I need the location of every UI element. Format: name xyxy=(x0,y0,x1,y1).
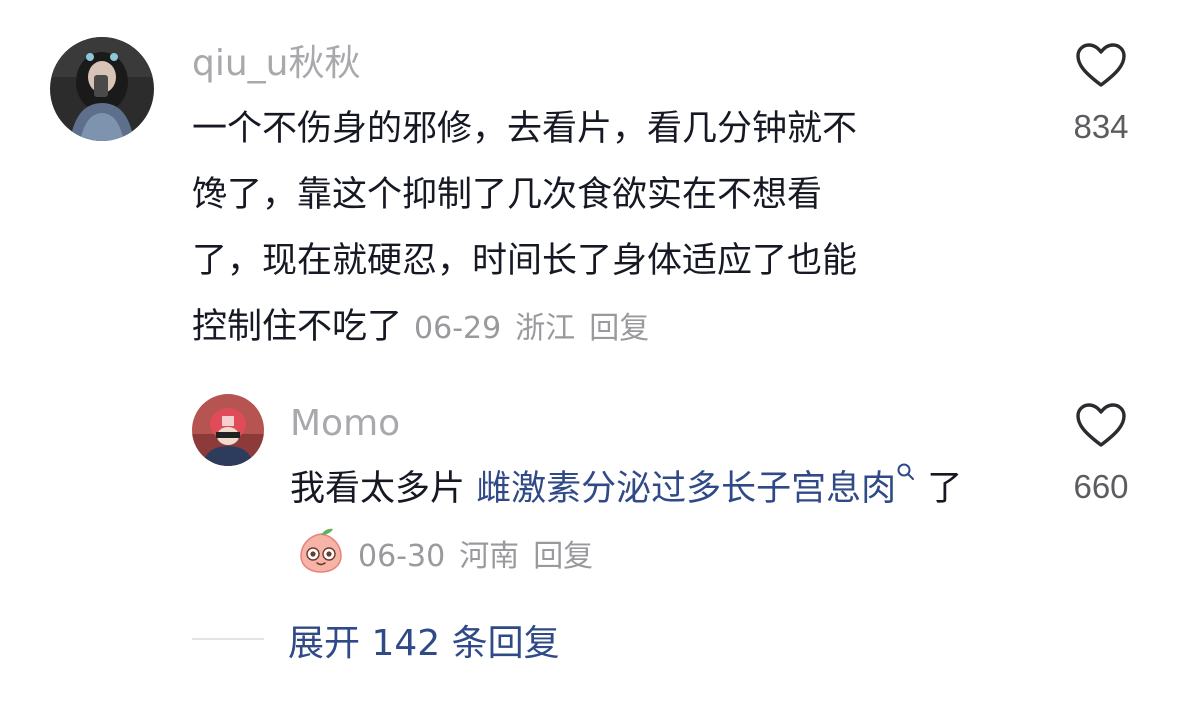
divider xyxy=(192,638,264,640)
avatar-image xyxy=(192,394,264,466)
comment-date: 06-29 xyxy=(414,311,502,346)
comment-body[interactable]: 一个不伤身的邪修，去看片，看几分钟就不 馋了，靠这个抑制了几次食欲实在不想看 了… xyxy=(192,96,1012,362)
reply-like-count: 660 xyxy=(1073,468,1129,505)
reply-search-link[interactable]: 雌激素分泌过多长子宫息肉 xyxy=(476,469,896,509)
reply-username[interactable]: Momo xyxy=(290,402,400,446)
expand-replies-button[interactable]: 展开 142 条回复 xyxy=(288,614,560,666)
comment-username[interactable]: qiu_u秋秋 xyxy=(192,42,361,86)
reply-date: 06-30 xyxy=(358,539,446,574)
comment-meta: 06-29 浙江 回复 xyxy=(414,311,663,346)
comment-line: 控制住不吃了 xyxy=(192,307,403,347)
reply-text-suffix: 了 xyxy=(916,469,963,509)
comment-line: 一个不伤身的邪修，去看片，看几分钟就不 xyxy=(192,109,858,149)
avatar-momo[interactable] xyxy=(192,394,264,466)
reply-meta: 06-30 河南 回复 xyxy=(358,539,607,574)
comment-reply-button[interactable]: 回复 xyxy=(589,311,649,346)
comment-like: 834 xyxy=(1056,42,1146,146)
comment-line: 馋了，靠这个抑制了几次食欲实在不想看 xyxy=(192,175,823,215)
comment-like-count: 834 xyxy=(1073,108,1129,145)
comment-line: 了，现在就硬忍，时间长了身体适应了也能 xyxy=(192,241,858,281)
reply-reply-button[interactable]: 回复 xyxy=(533,539,593,574)
search-icon[interactable] xyxy=(896,462,916,482)
avatar-image xyxy=(50,37,154,141)
comment-location: 浙江 xyxy=(515,311,576,346)
comment-last-line: 控制住不吃了 06-29 浙江 回复 xyxy=(192,294,1012,362)
reply-location: 河南 xyxy=(459,539,520,574)
reply-body[interactable]: 我看太多片 雌激素分泌过多长子宫息肉 了 06-30 河南 回复 xyxy=(290,456,1010,590)
reply-text-prefix: 我看太多片 xyxy=(290,469,477,509)
heart-icon[interactable] xyxy=(1075,402,1127,448)
reply-like: 660 xyxy=(1056,402,1146,506)
avatar-qiu-u[interactable] xyxy=(50,37,154,141)
heart-icon[interactable] xyxy=(1075,42,1127,88)
peach-face-emoji-icon xyxy=(300,528,342,573)
